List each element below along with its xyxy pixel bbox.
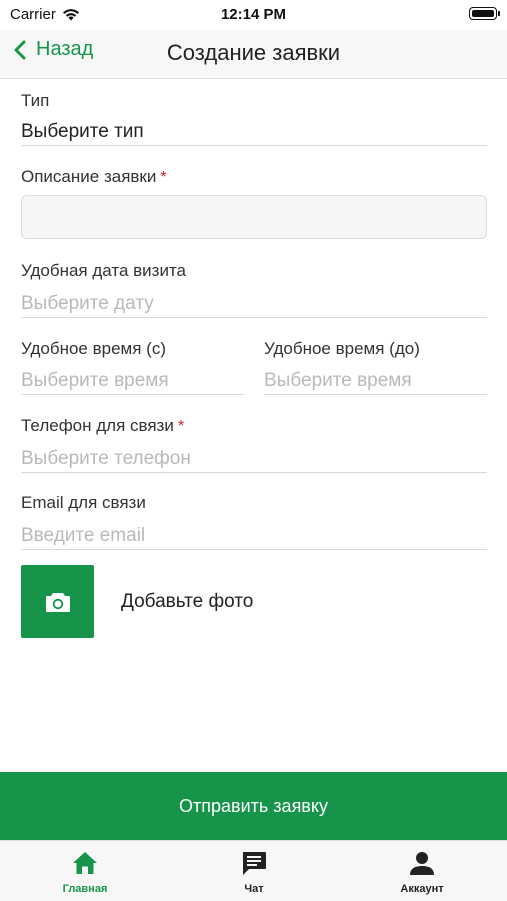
account-icon bbox=[410, 852, 434, 875]
add-photo-label: Добавьте фото bbox=[121, 591, 254, 612]
time-to-label: Удобное время (до) bbox=[264, 339, 420, 358]
camera-icon bbox=[45, 592, 70, 612]
back-button[interactable]: Назад bbox=[14, 38, 93, 61]
description-input[interactable] bbox=[21, 195, 487, 239]
visit-date-label: Удобная дата визита bbox=[21, 261, 186, 280]
time-from-label: Удобное время (с) bbox=[21, 339, 166, 358]
type-select[interactable]: Выберите тип bbox=[21, 119, 487, 146]
phone-field-label: Телефон для связи * bbox=[21, 416, 184, 436]
status-time: 12:14 PM bbox=[220, 6, 287, 23]
tab-bar: Главная Чат Аккаунт bbox=[0, 840, 507, 901]
required-mark: * bbox=[177, 418, 185, 435]
back-label: Назад bbox=[36, 38, 94, 60]
battery-icon bbox=[469, 7, 500, 20]
required-mark: * bbox=[160, 169, 167, 186]
tab-home-label: Главная bbox=[62, 883, 108, 895]
tab-home[interactable]: Главная bbox=[25, 849, 145, 895]
type-field-label: Тип bbox=[21, 91, 49, 111]
description-label: Описание заявки bbox=[21, 167, 157, 186]
phone-label: Телефон для связи bbox=[21, 416, 174, 435]
chat-icon bbox=[243, 852, 266, 875]
tab-chat[interactable]: Чат bbox=[194, 849, 314, 895]
time-to-field-label: Удобное время (до) bbox=[264, 339, 420, 359]
visit-date-field-label: Удобная дата визита bbox=[21, 261, 186, 281]
description-field-label: Описание заявки * bbox=[21, 167, 167, 187]
email-input[interactable]: Введите email bbox=[21, 523, 487, 550]
time-from-picker[interactable]: Выберите время bbox=[21, 368, 244, 395]
chevron-left-icon bbox=[14, 40, 26, 59]
time-to-picker[interactable]: Выберите время bbox=[264, 368, 487, 395]
add-photo-button[interactable] bbox=[21, 565, 94, 638]
email-label: Email для связи bbox=[21, 493, 146, 512]
phone-picker[interactable]: Выберите телефон bbox=[21, 446, 487, 473]
tab-account[interactable]: Аккаунт bbox=[362, 849, 482, 895]
email-field-label: Email для связи bbox=[21, 493, 146, 513]
status-bar: Carrier 12:14 PM bbox=[0, 0, 507, 30]
tab-account-label: Аккаунт bbox=[400, 883, 444, 895]
type-label: Тип bbox=[21, 91, 50, 110]
home-icon bbox=[73, 852, 97, 874]
visit-date-picker[interactable]: Выберите дату bbox=[21, 291, 487, 318]
time-from-field-label: Удобное время (с) bbox=[21, 339, 166, 359]
submit-button[interactable]: Отправить заявку bbox=[0, 772, 507, 840]
navigation-bar: Назад Создание заявки bbox=[0, 30, 507, 79]
tab-chat-label: Чат bbox=[244, 883, 264, 895]
